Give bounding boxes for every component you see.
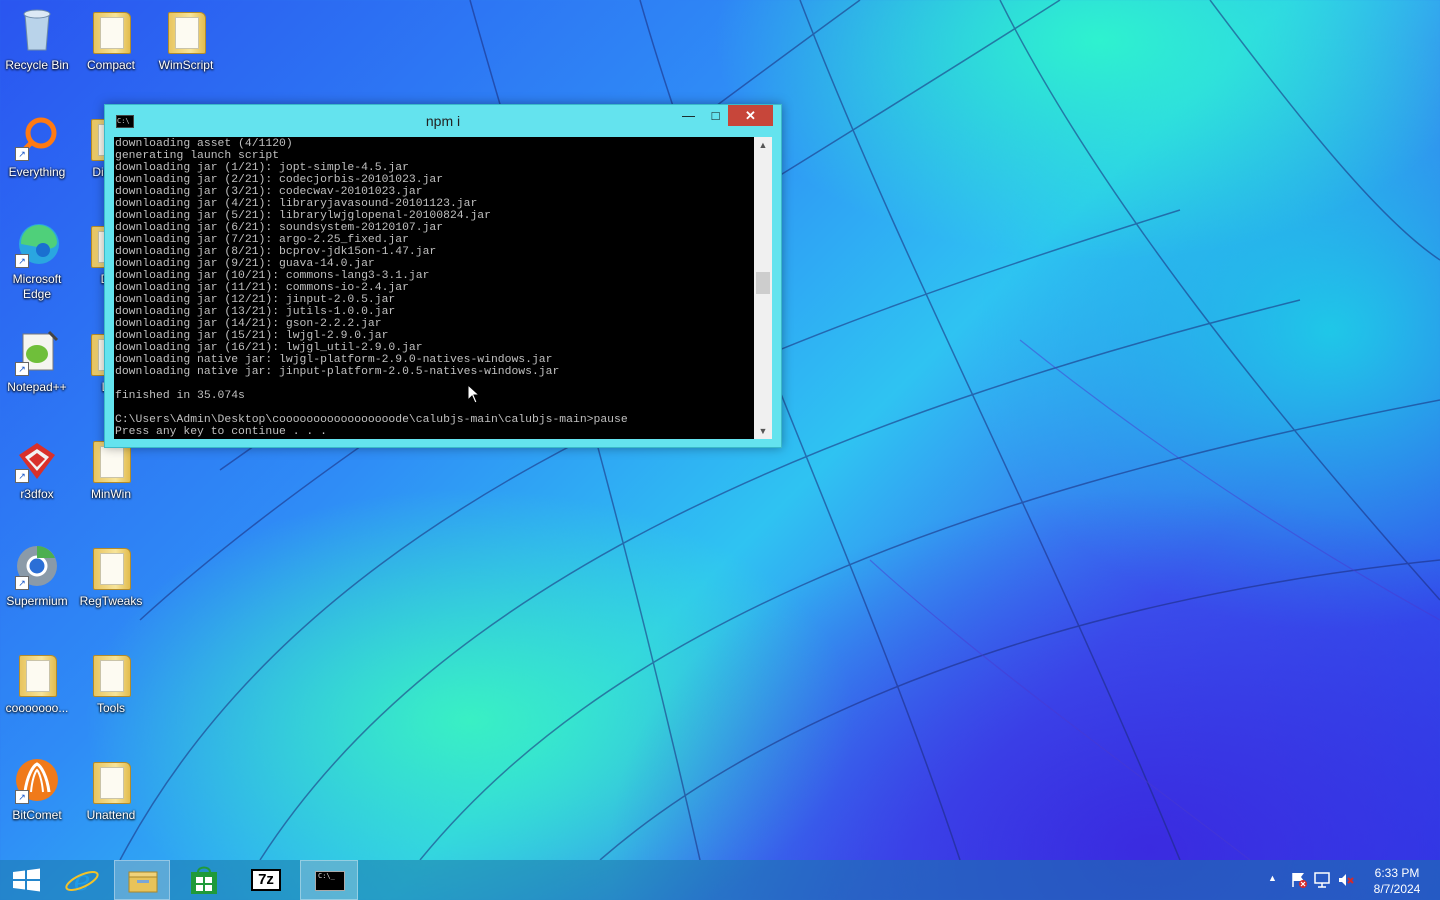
system-tray: ▲ — [1262, 860, 1362, 900]
shortcut-arrow-icon: ↗ — [15, 790, 29, 804]
folder-icon — [13, 649, 61, 697]
taskbar-clock[interactable]: 6:33 PM 8/7/2024 — [1362, 865, 1432, 897]
recycle-bin-icon — [13, 6, 61, 54]
show-hidden-icons-chevron-icon[interactable]: ▲ — [1268, 873, 1277, 883]
file-explorer-icon — [128, 871, 158, 893]
desktop-icon-label: Notepad++ — [7, 380, 67, 394]
taskbar-store[interactable] — [176, 860, 232, 900]
edge-browser-icon: ↗ — [13, 220, 61, 268]
7zip-label: 7z — [258, 871, 274, 888]
console-output[interactable]: downloading asset (4/1120) generating la… — [114, 137, 754, 439]
action-center-flag-icon[interactable] — [1290, 871, 1308, 889]
desktop-icon-label: Tools — [96, 701, 125, 715]
desktop-icon-label: WimScript — [158, 58, 214, 72]
mouse-pointer-icon — [467, 384, 481, 404]
folder-icon — [87, 756, 135, 804]
desktop-icon-label: Recycle Bin — [5, 58, 69, 72]
taskbar-internet-explorer[interactable]: e — [54, 860, 110, 900]
shortcut-arrow-icon: ↗ — [15, 362, 29, 376]
shortcut-arrow-icon: ↗ — [15, 147, 29, 161]
taskbar-7zip[interactable]: 7z — [238, 860, 294, 900]
clock-date: 8/7/2024 — [1373, 882, 1421, 896]
desktop-icon-bitcomet[interactable]: ↗ BitComet — [0, 756, 74, 823]
desktop-icon-label: cooooooo... — [5, 701, 69, 715]
desktop-icon-compact[interactable]: Compact — [74, 6, 148, 73]
taskbar-command-prompt[interactable]: C:\_ — [300, 860, 358, 900]
folder-icon — [87, 649, 135, 697]
desktop-icon-label: Microsoft Edge — [12, 272, 62, 301]
desktop-icon-microsoft-edge[interactable]: ↗ Microsoft Edge — [0, 220, 74, 302]
desktop-icon-label: r3dfox — [20, 487, 54, 501]
desktop-icon-regtweaks[interactable]: RegTweaks — [74, 542, 148, 609]
7zip-icon: 7z — [251, 869, 281, 891]
desktop-icon-supermium[interactable]: ↗ Supermium — [0, 542, 74, 609]
clock-time: 6:33 PM — [1374, 866, 1420, 880]
desktop-icon-notepad-plus-plus[interactable]: ↗ Notepad++ — [0, 328, 74, 395]
internet-explorer-icon: e — [65, 864, 99, 897]
maximize-button[interactable]: □ — [702, 105, 729, 126]
desktop-icon-label: MinWin — [90, 487, 131, 501]
command-prompt-icon: C:\_ — [315, 871, 345, 891]
store-icon — [191, 866, 217, 894]
windows-start-icon — [13, 868, 40, 892]
supermium-browser-icon: ↗ — [13, 542, 61, 590]
desktop-icon-label: BitComet — [12, 808, 62, 822]
desktop-icon-unattend[interactable]: Unattend — [74, 756, 148, 823]
shortcut-arrow-icon: ↗ — [15, 576, 29, 590]
desktop-icon-label: Compact — [86, 58, 136, 72]
start-button[interactable] — [0, 860, 56, 900]
console-text: downloading asset (4/1120) generating la… — [115, 138, 628, 438]
svg-text:e: e — [74, 864, 91, 897]
desktop-icon-recycle-bin[interactable]: Recycle Bin — [0, 6, 74, 73]
close-button[interactable]: ✕ — [728, 105, 773, 126]
folder-icon — [87, 6, 135, 54]
desktop-icon-label: RegTweaks — [79, 594, 143, 608]
volume-muted-icon[interactable] — [1337, 871, 1355, 889]
desktop-icon-r3dfox[interactable]: ↗ r3dfox — [0, 435, 74, 502]
bitcomet-icon: ↗ — [13, 756, 61, 804]
folder-icon — [162, 6, 210, 54]
notepad-plus-plus-icon: ↗ — [13, 328, 61, 376]
desktop-icon-label: Supermium — [6, 594, 68, 608]
desktop-icon-everything[interactable]: ↗ Everything — [0, 113, 74, 180]
taskbar-file-explorer[interactable] — [114, 860, 170, 900]
folder-icon — [87, 542, 135, 590]
everything-search-icon: ↗ — [13, 113, 61, 161]
desktop-icon-tools[interactable]: Tools — [74, 649, 148, 716]
shortcut-arrow-icon: ↗ — [15, 469, 29, 483]
r3dfox-browser-icon: ↗ — [13, 435, 61, 483]
desktop-icon-code-folder[interactable]: cooooooo... — [0, 649, 74, 716]
window-title-bar[interactable]: C:\ npm i — □ ✕ — [105, 105, 781, 137]
scrollbar-thumb[interactable] — [756, 272, 770, 294]
desktop-icon-label: Unattend — [86, 808, 136, 822]
console-window[interactable]: C:\ npm i — □ ✕ downloading asset (4/112… — [104, 104, 782, 448]
network-icon[interactable] — [1313, 871, 1331, 889]
scroll-down-arrow-icon[interactable]: ▼ — [754, 423, 772, 439]
desktop-icon-label: Everything — [8, 165, 66, 179]
taskbar: e 7z C:\_ ▲ 6:33 PM 8/7/2024 — [0, 860, 1440, 900]
vertical-scrollbar[interactable]: ▲ ▼ — [754, 137, 772, 439]
minimize-button[interactable]: — — [675, 105, 702, 126]
desktop-icon-wimscript[interactable]: WimScript — [149, 6, 223, 73]
scroll-up-arrow-icon[interactable]: ▲ — [754, 137, 772, 153]
shortcut-arrow-icon: ↗ — [15, 254, 29, 268]
